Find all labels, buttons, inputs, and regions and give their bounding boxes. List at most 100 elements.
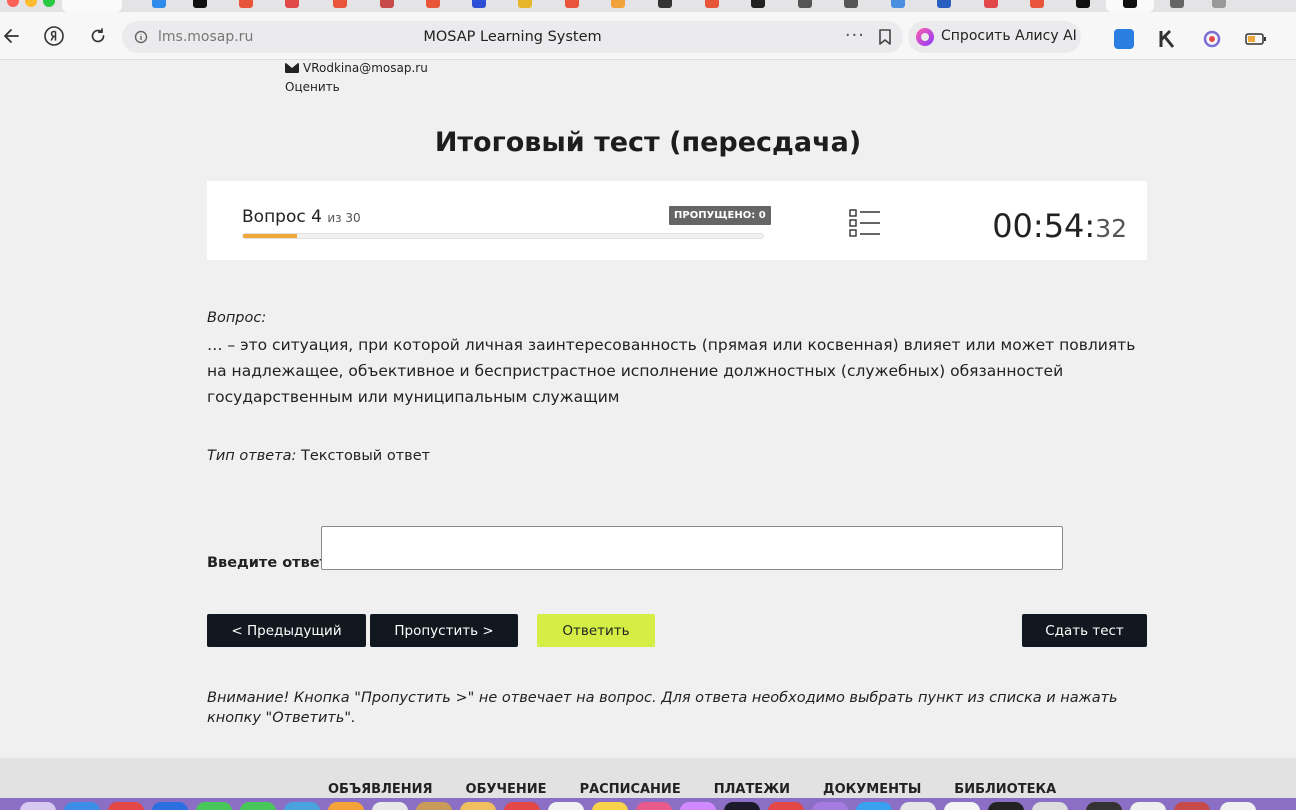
dock-app-icon[interactable]: [1174, 802, 1210, 810]
dock-app-icon[interactable]: [416, 802, 452, 810]
answer-type-value: Текстовый ответ: [300, 448, 431, 464]
question-list-icon[interactable]: [849, 209, 881, 237]
answer-input[interactable]: [321, 526, 1063, 570]
question-text: … – это ситуация, при которой личная заи…: [207, 336, 1136, 406]
dock-app-icon[interactable]: [328, 802, 364, 810]
tab-favicon-icon[interactable]: [984, 0, 998, 8]
tab-favicon-icon[interactable]: [1076, 0, 1090, 8]
color-extension-icon[interactable]: [1202, 29, 1222, 49]
bookmark-icon[interactable]: [877, 28, 893, 46]
dock-app-icon[interactable]: [108, 802, 144, 810]
mail-icon: [285, 63, 299, 73]
address-bar[interactable]: lms.mosap.ru MOSAP Learning System ···: [122, 21, 903, 53]
footer-nav-schedule[interactable]: РАСПИСАНИЕ: [580, 782, 681, 797]
tab-favicon-icon[interactable]: [705, 0, 719, 8]
dock-app-icon[interactable]: [196, 802, 232, 810]
tab-favicon-icon[interactable]: [565, 0, 579, 8]
tab-favicon-icon[interactable]: [798, 0, 812, 8]
footer-nav-documents[interactable]: ДОКУМЕНТЫ: [823, 782, 921, 797]
ask-alice-label: Спросить Алису AI: [941, 28, 1077, 44]
dock-app-icon[interactable]: [504, 802, 540, 810]
dock-app-icon[interactable]: [812, 802, 848, 810]
tab-favicon-icon[interactable]: [239, 0, 253, 8]
tab-favicon-icon[interactable]: [1030, 0, 1044, 8]
dock-app-icon[interactable]: [856, 802, 892, 810]
window-minimize-icon[interactable]: [25, 0, 37, 7]
footer-nav-announcements[interactable]: ОБЪЯВЛЕНИЯ: [328, 782, 433, 797]
tab-favicon-icon[interactable]: [658, 0, 672, 8]
tab-favicon-icon[interactable]: [891, 0, 905, 8]
user-email-text: VRodkina@mosap.ru: [303, 61, 428, 75]
browser-tab-strip: [0, 0, 1296, 12]
user-email[interactable]: VRodkina@mosap.ru: [285, 61, 428, 75]
dock-app-icon[interactable]: [548, 802, 584, 810]
dock-app-icon[interactable]: [680, 802, 716, 810]
window-zoom-icon[interactable]: [43, 0, 55, 7]
dock-app-icon[interactable]: [1220, 802, 1256, 810]
tab-favicon-icon[interactable]: [333, 0, 347, 8]
timer-seconds: 32: [1095, 214, 1127, 243]
tab-favicon-icon[interactable]: [751, 0, 765, 8]
dock-app-icon[interactable]: [768, 802, 804, 810]
battery-extension-icon[interactable]: [1244, 29, 1266, 49]
dock-app-icon[interactable]: [1032, 802, 1068, 810]
dock-app-icon[interactable]: [460, 802, 496, 810]
reload-icon[interactable]: [86, 24, 110, 48]
finish-test-button[interactable]: Сдать тест: [1022, 614, 1147, 647]
rate-link[interactable]: Оценить: [285, 80, 340, 94]
tab-favicon-icon[interactable]: [152, 0, 166, 8]
dock-app-icon[interactable]: [592, 802, 628, 810]
dock-app-icon[interactable]: [724, 802, 760, 810]
yandex-home-icon[interactable]: [42, 24, 66, 48]
tab-favicon-icon[interactable]: [426, 0, 440, 8]
tab-favicon-icon[interactable]: [844, 0, 858, 8]
dock-app-icon[interactable]: [284, 802, 320, 810]
question-caption: Вопрос:: [207, 310, 267, 326]
dock-app-icon[interactable]: [64, 802, 100, 810]
window-close-icon[interactable]: [7, 0, 19, 7]
page-title: Итоговый тест (пересдача): [434, 127, 862, 158]
tab-favicon-icon[interactable]: [472, 0, 486, 8]
tab-favicon-icon[interactable]: [518, 0, 532, 8]
macos-dock: [0, 798, 1296, 810]
tab-favicon-icon[interactable]: [285, 0, 299, 8]
tab-favicon-icon[interactable]: [1123, 0, 1137, 8]
dock-app-icon[interactable]: [900, 802, 936, 810]
answer-button[interactable]: Ответить: [537, 614, 655, 647]
answer-type-label: Тип ответа:: [207, 448, 297, 464]
yandex-extension-icon[interactable]: [1114, 29, 1134, 49]
site-footer: ОБЪЯВЛЕНИЯ ОБУЧЕНИЕ РАСПИСАНИЕ ПЛАТЕЖИ Д…: [0, 758, 1296, 798]
browser-toolbar: lms.mosap.ru MOSAP Learning System ··· С…: [0, 12, 1296, 60]
ask-alice-button[interactable]: Спросить Алису AI: [908, 21, 1081, 53]
dock-app-icon[interactable]: [240, 802, 276, 810]
dock-app-icon[interactable]: [636, 802, 672, 810]
footer-nav-learning[interactable]: ОБУЧЕНИЕ: [466, 782, 547, 797]
tab-favicon-icon[interactable]: [1170, 0, 1184, 8]
more-options-icon[interactable]: ···: [845, 25, 865, 46]
skipped-badge: ПРОПУЩЕНО: 0: [669, 206, 771, 225]
dock-app-icon[interactable]: [372, 802, 408, 810]
k-extension-icon[interactable]: [1157, 29, 1177, 49]
dock-app-icon[interactable]: [988, 802, 1024, 810]
tab-favicon-icon[interactable]: [611, 0, 625, 8]
dock-app-icon[interactable]: [944, 802, 980, 810]
dock-app-icon[interactable]: [152, 802, 188, 810]
dock-app-icon[interactable]: [1086, 802, 1122, 810]
test-progress-fill: [243, 234, 297, 238]
dock-app-icon[interactable]: [20, 802, 56, 810]
footer-nav-library[interactable]: БИБЛИОТЕКА: [954, 782, 1056, 797]
timer-hours-minutes: 00:54:: [992, 207, 1096, 245]
back-arrow-icon[interactable]: [0, 24, 24, 48]
tab-favicon-icon[interactable]: [380, 0, 394, 8]
test-progress-bar: [242, 233, 764, 239]
previous-button[interactable]: < Предыдущий: [207, 614, 366, 647]
address-page-title: MOSAP Learning System: [423, 29, 602, 45]
skip-button[interactable]: Пропустить >: [370, 614, 518, 647]
tab-favicon-icon[interactable]: [1212, 0, 1226, 8]
tab-favicon-icon[interactable]: [193, 0, 207, 8]
browser-tab-active[interactable]: [62, 0, 122, 12]
footer-nav-payments[interactable]: ПЛАТЕЖИ: [714, 782, 790, 797]
answer-label: Введите ответ:: [207, 555, 334, 571]
tab-favicon-icon[interactable]: [937, 0, 951, 8]
dock-app-icon[interactable]: [1130, 802, 1166, 810]
